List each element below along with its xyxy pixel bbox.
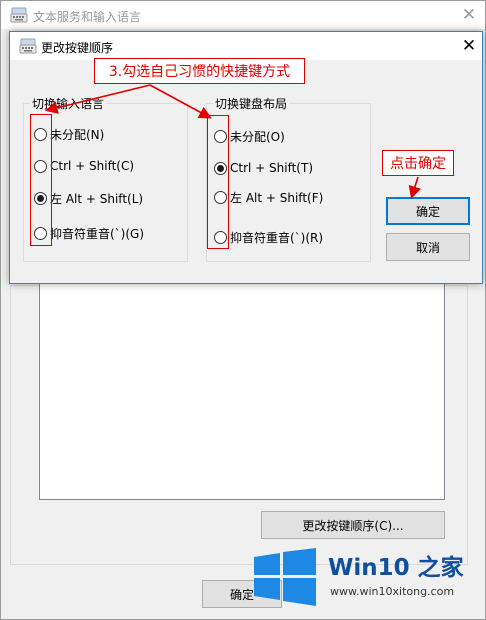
radio-label: 抑音符重音(`)(R): [230, 230, 324, 245]
change-key-sequence-button[interactable]: 更改按键顺序(C)...: [261, 511, 445, 539]
radio-label: Ctrl + Shift(T): [230, 161, 314, 175]
ok-button[interactable]: 确定: [386, 197, 470, 225]
background-window-title: 文本服务和输入语言: [33, 10, 142, 24]
annotation-step3-label: 3.勾选自己习惯的快捷键方式: [94, 58, 305, 84]
radio-layout-alt-shift[interactable]: 左 Alt + Shift(F): [214, 188, 323, 206]
annotation-box-left: [30, 114, 52, 246]
radio-layout-grave[interactable]: 抑音符重音(`)(R): [214, 228, 323, 246]
background-titlebar: 文本服务和输入语言 ✕: [1, 1, 485, 29]
watermark-brand: Win10 之家: [328, 555, 464, 581]
radio-label: 左 Alt + Shift(L): [50, 191, 144, 206]
radio-label: Ctrl + Shift(C): [50, 159, 135, 173]
cancel-button[interactable]: 取消: [386, 233, 470, 261]
watermark-url: www.win10xitong.com: [330, 585, 455, 598]
keyboard-layout-group-label: 切换键盘布局: [213, 95, 290, 112]
input-language-group-label: 切换输入语言: [30, 95, 107, 112]
annotation-click-ok-label: 点击确定: [382, 150, 454, 176]
background-close-icon[interactable]: ✕: [458, 4, 480, 26]
keyboard-icon: [19, 38, 37, 54]
keyboard-icon: [10, 7, 28, 23]
radio-label: 左 Alt + Shift(F): [230, 190, 324, 205]
radio-label: 未分配(O): [230, 129, 285, 144]
dialog-title: 更改按键顺序: [41, 41, 114, 55]
radio-label: 未分配(N): [50, 127, 105, 142]
windows-logo-icon: [252, 548, 318, 606]
annotation-box-right: [207, 115, 229, 249]
input-language-list[interactable]: [39, 280, 445, 500]
radio-label: 抑音符重音(`)(G): [50, 226, 145, 241]
close-icon[interactable]: ✕: [458, 35, 480, 57]
dialog-titlebar: 更改按键顺序 ✕: [10, 32, 482, 60]
